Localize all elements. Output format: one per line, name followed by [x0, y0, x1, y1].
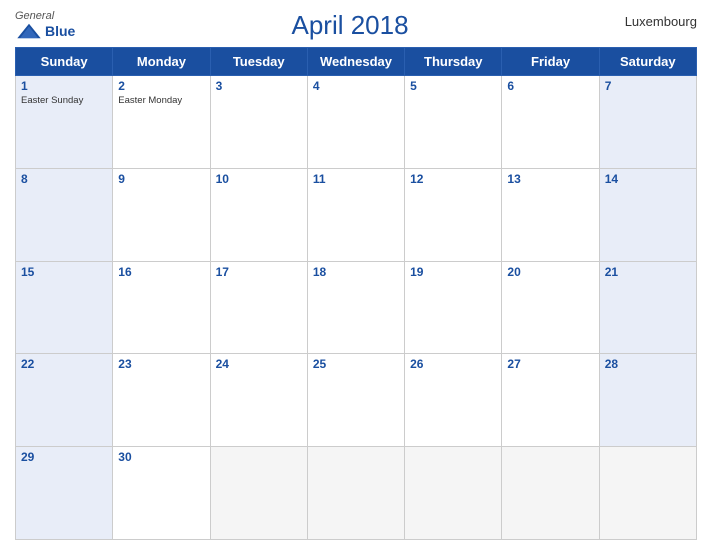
day-number: 29: [21, 450, 107, 464]
day-number: 16: [118, 265, 204, 279]
calendar-cell: 5: [405, 76, 502, 169]
day-number: 14: [605, 172, 691, 186]
weekday-header-sunday: Sunday: [16, 48, 113, 76]
day-number: 1: [21, 79, 107, 93]
calendar-cell: 13: [502, 168, 599, 261]
day-number: 12: [410, 172, 496, 186]
logo: General Blue: [15, 10, 75, 40]
weekday-header-friday: Friday: [502, 48, 599, 76]
calendar-cell: 22: [16, 354, 113, 447]
day-number: 13: [507, 172, 593, 186]
calendar-cell: 14: [599, 168, 696, 261]
day-number: 18: [313, 265, 399, 279]
day-number: 20: [507, 265, 593, 279]
calendar-cell: 7: [599, 76, 696, 169]
day-number: 10: [216, 172, 302, 186]
calendar-week-3: 15 16 17 18 19 20 21: [16, 261, 697, 354]
day-number: 30: [118, 450, 204, 464]
calendar-cell: 15: [16, 261, 113, 354]
day-number: 24: [216, 357, 302, 371]
calendar-cell: [599, 447, 696, 540]
calendar-cell: 19: [405, 261, 502, 354]
calendar-week-4: 22 23 24 25 26 27 28: [16, 354, 697, 447]
day-number: 2: [118, 79, 204, 93]
country-label: Luxembourg: [625, 10, 697, 29]
day-number: 25: [313, 357, 399, 371]
calendar-cell: 11: [307, 168, 404, 261]
weekday-header-monday: Monday: [113, 48, 210, 76]
holiday-label: Easter Monday: [118, 95, 204, 106]
logo-blue-text: Blue: [45, 23, 75, 39]
weekday-header-wednesday: Wednesday: [307, 48, 404, 76]
calendar-cell: 28: [599, 354, 696, 447]
calendar-cell: [307, 447, 404, 540]
calendar-cell: 25: [307, 354, 404, 447]
calendar-header: General Blue April 2018 Luxembourg: [15, 10, 697, 41]
calendar-title: April 2018: [291, 10, 408, 41]
day-number: 21: [605, 265, 691, 279]
calendar-cell: 2 Easter Monday: [113, 76, 210, 169]
calendar-week-1: 1 Easter Sunday 2 Easter Monday 34567: [16, 76, 697, 169]
day-number: 6: [507, 79, 593, 93]
day-number: 11: [313, 172, 399, 186]
day-number: 7: [605, 79, 691, 93]
calendar-cell: 9: [113, 168, 210, 261]
logo-bird-icon: [15, 22, 43, 40]
calendar-cell: 27: [502, 354, 599, 447]
calendar-cell: 30: [113, 447, 210, 540]
calendar-cell: 20: [502, 261, 599, 354]
calendar-cell: [502, 447, 599, 540]
calendar-cell: 3: [210, 76, 307, 169]
day-number: 5: [410, 79, 496, 93]
day-number: 28: [605, 357, 691, 371]
calendar-cell: 12: [405, 168, 502, 261]
calendar-week-5: 29 30: [16, 447, 697, 540]
weekday-header-tuesday: Tuesday: [210, 48, 307, 76]
day-number: 8: [21, 172, 107, 186]
weekday-header-saturday: Saturday: [599, 48, 696, 76]
day-number: 22: [21, 357, 107, 371]
holiday-label: Easter Sunday: [21, 95, 107, 106]
day-number: 9: [118, 172, 204, 186]
calendar-cell: 23: [113, 354, 210, 447]
calendar-cell: [210, 447, 307, 540]
day-number: 17: [216, 265, 302, 279]
calendar-cell: 26: [405, 354, 502, 447]
day-number: 4: [313, 79, 399, 93]
calendar-cell: 18: [307, 261, 404, 354]
calendar-cell: 6: [502, 76, 599, 169]
calendar-cell: 10: [210, 168, 307, 261]
calendar-cell: 1 Easter Sunday: [16, 76, 113, 169]
calendar-cell: 17: [210, 261, 307, 354]
logo-general-text: General: [15, 10, 54, 22]
day-number: 23: [118, 357, 204, 371]
calendar-cell: 4: [307, 76, 404, 169]
calendar-week-2: 89 10 11 12 13 14: [16, 168, 697, 261]
day-number: 3: [216, 79, 302, 93]
calendar-header-row: SundayMondayTuesdayWednesdayThursdayFrid…: [16, 48, 697, 76]
day-number: 19: [410, 265, 496, 279]
calendar-cell: 16: [113, 261, 210, 354]
calendar-cell: 8: [16, 168, 113, 261]
weekday-header-thursday: Thursday: [405, 48, 502, 76]
calendar-cell: [405, 447, 502, 540]
day-number: 15: [21, 265, 107, 279]
day-number: 26: [410, 357, 496, 371]
calendar-table: SundayMondayTuesdayWednesdayThursdayFrid…: [15, 47, 697, 540]
calendar-cell: 24: [210, 354, 307, 447]
calendar-cell: 29: [16, 447, 113, 540]
day-number: 27: [507, 357, 593, 371]
calendar-cell: 21: [599, 261, 696, 354]
